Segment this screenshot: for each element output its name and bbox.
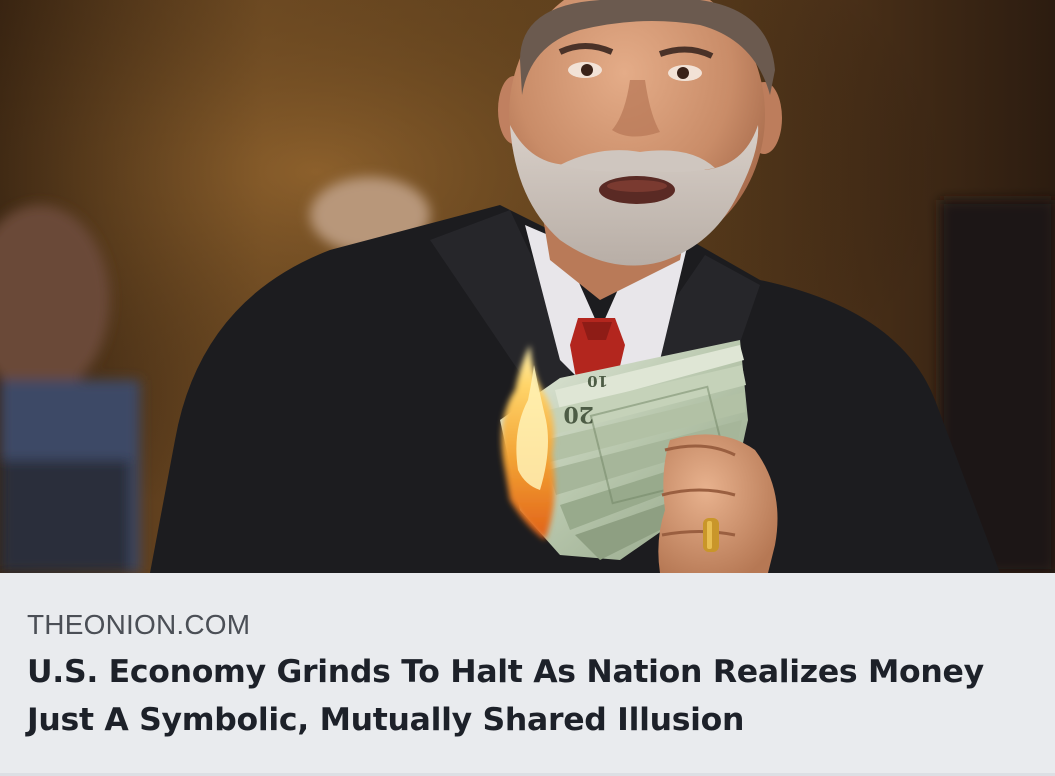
article-image[interactable]: 20 10 [0,0,1055,573]
source-domain: THEONION.COM [27,609,251,640]
link-preview-card[interactable]: 20 10 THEONION.COM U.S. Economy Grinds T… [0,0,1055,776]
banknote-partial-denomination: 10 [587,372,608,390]
photo-illustration: 20 10 [0,0,1055,573]
banknote-denomination: 20 [563,401,594,427]
article-headline[interactable]: U.S. Economy Grinds To Halt As Nation Re… [27,648,1037,744]
